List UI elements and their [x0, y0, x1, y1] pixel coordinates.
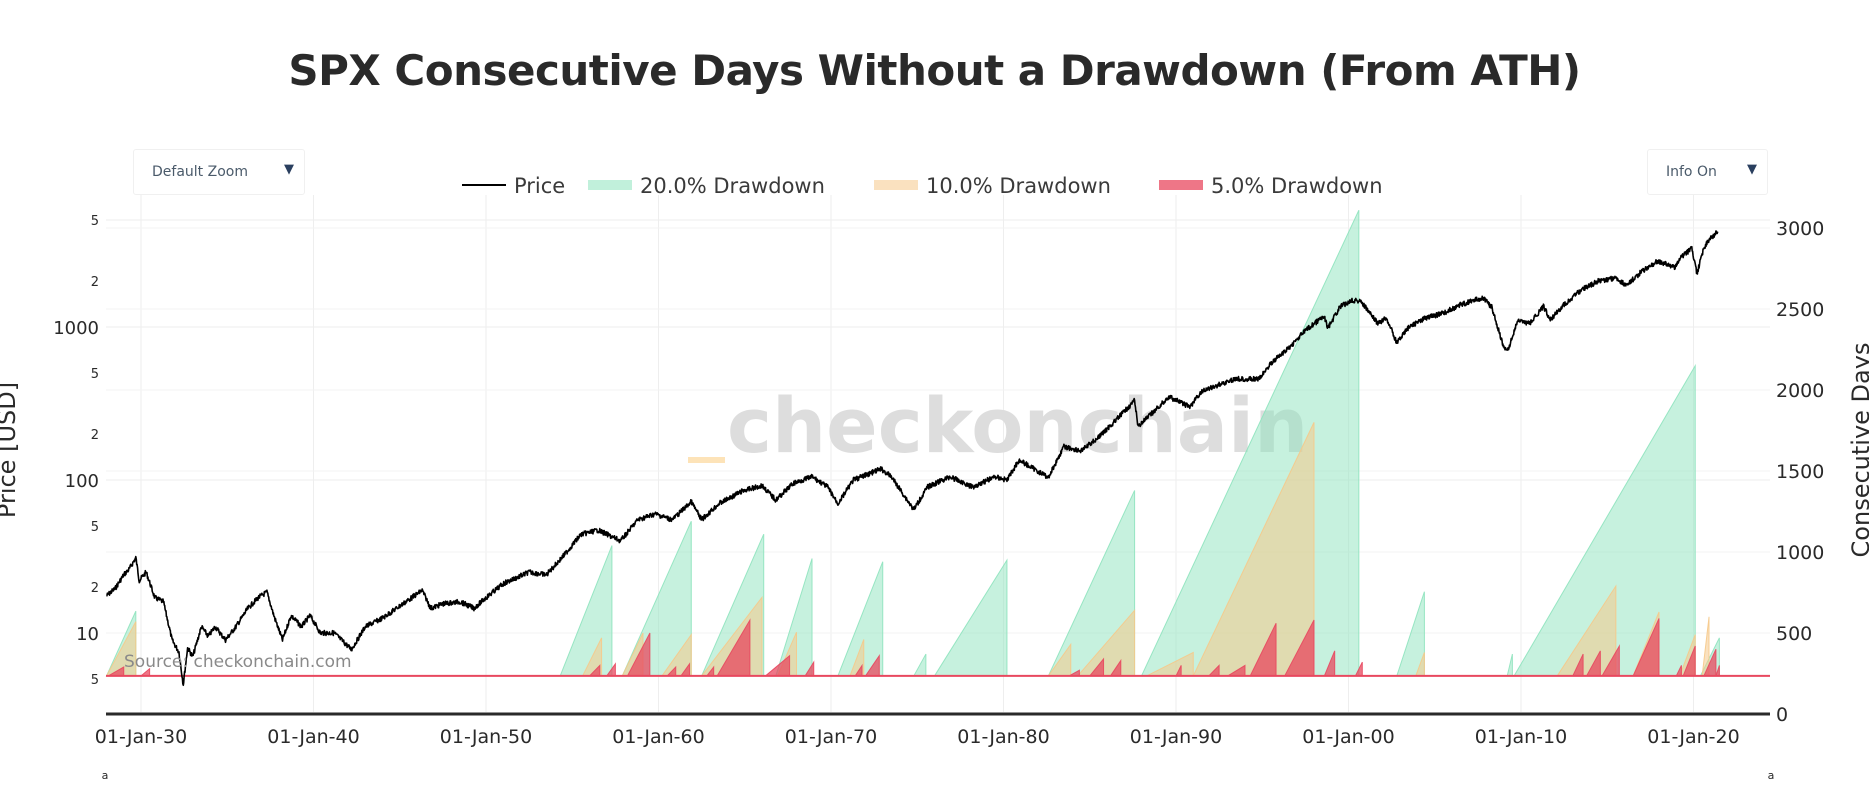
y-axis-label: Price [USD] — [0, 382, 21, 518]
y2-tick-label: 2500 — [1776, 299, 1824, 321]
dd20-area-run — [559, 545, 613, 677]
y2-tick-label: 0 — [1776, 704, 1788, 726]
y-tick-label: 5 — [91, 673, 99, 688]
watermark: checkonchain — [727, 381, 1308, 470]
y2-tick-label: 500 — [1776, 623, 1812, 645]
x-tick-label: 01-Jan-20 — [1647, 726, 1739, 748]
x-tick-label: 01-Jan-00 — [1302, 726, 1394, 748]
dd5-area-run — [764, 654, 791, 677]
x-minor-label: a — [1768, 769, 1775, 782]
legend-label-price: Price — [514, 174, 565, 198]
y2-axis-ticks: 0 500 1000 1500 2000 2500 3000 — [1776, 218, 1824, 726]
x-tick-label: 01-Jan-70 — [785, 726, 877, 748]
y2-tick-label: 1000 — [1776, 542, 1824, 564]
dd20-area-run — [933, 558, 1008, 677]
x-tick-label: 01-Jan-90 — [1130, 726, 1222, 748]
watermark-accent — [688, 457, 725, 463]
y-tick-label: 100 — [65, 471, 99, 492]
legend-swatch-dd20 — [588, 180, 632, 190]
y-tick-label: 2 — [91, 275, 99, 290]
legend-label-dd5: 5.0% Drawdown — [1211, 174, 1383, 198]
y-tick-label: 2 — [91, 581, 99, 596]
source-label: Source: checkonchain.com — [124, 652, 352, 672]
y-tick-label: 5 — [91, 214, 99, 229]
x-tick-label: 01-Jan-60 — [612, 726, 704, 748]
legend-label-dd10: 10.0% Drawdown — [926, 174, 1111, 198]
y2-tick-label: 2000 — [1776, 380, 1824, 402]
x-tick-label: 01-Jan-40 — [267, 726, 359, 748]
y-tick-label: 1000 — [53, 318, 99, 339]
x-axis-ticks: 01-Jan-30 01-Jan-40 01-Jan-50 01-Jan-60 01-J… — [95, 726, 1775, 782]
chart-area[interactable]: checkonchain Source: checkonchain.com 01… — [0, 0, 1869, 809]
y2-tick-label: 1500 — [1776, 461, 1824, 483]
legend-label-dd20: 20.0% Drawdown — [640, 174, 825, 198]
x-tick-label: 01-Jan-50 — [440, 726, 532, 748]
y-axis-ticks: 5 10 2 5 100 2 5 1000 2 5 — [53, 214, 99, 688]
dd10-area-run — [1047, 642, 1072, 677]
legend-swatch-dd10 — [874, 180, 918, 190]
y-tick-label: 5 — [91, 367, 99, 382]
dd20-area-run — [1506, 653, 1513, 677]
legend-swatch-dd5 — [1159, 180, 1203, 190]
y-tick-label: 10 — [76, 624, 99, 645]
x-minor-label: a — [102, 769, 109, 782]
y2-tick-label: 3000 — [1776, 218, 1824, 240]
x-tick-label: 01-Jan-10 — [1475, 726, 1567, 748]
dd20-area-run — [912, 653, 927, 677]
x-tick-label: 01-Jan-30 — [95, 726, 187, 748]
y-tick-label: 5 — [91, 520, 99, 535]
legend: Price 20.0% Drawdown 10.0% Drawdown 5.0% Dr… — [462, 174, 1383, 198]
x-tick-label: 01-Jan-80 — [957, 726, 1049, 748]
y2-axis-label: Consecutive Days — [1847, 343, 1869, 558]
y-tick-label: 2 — [91, 428, 99, 443]
